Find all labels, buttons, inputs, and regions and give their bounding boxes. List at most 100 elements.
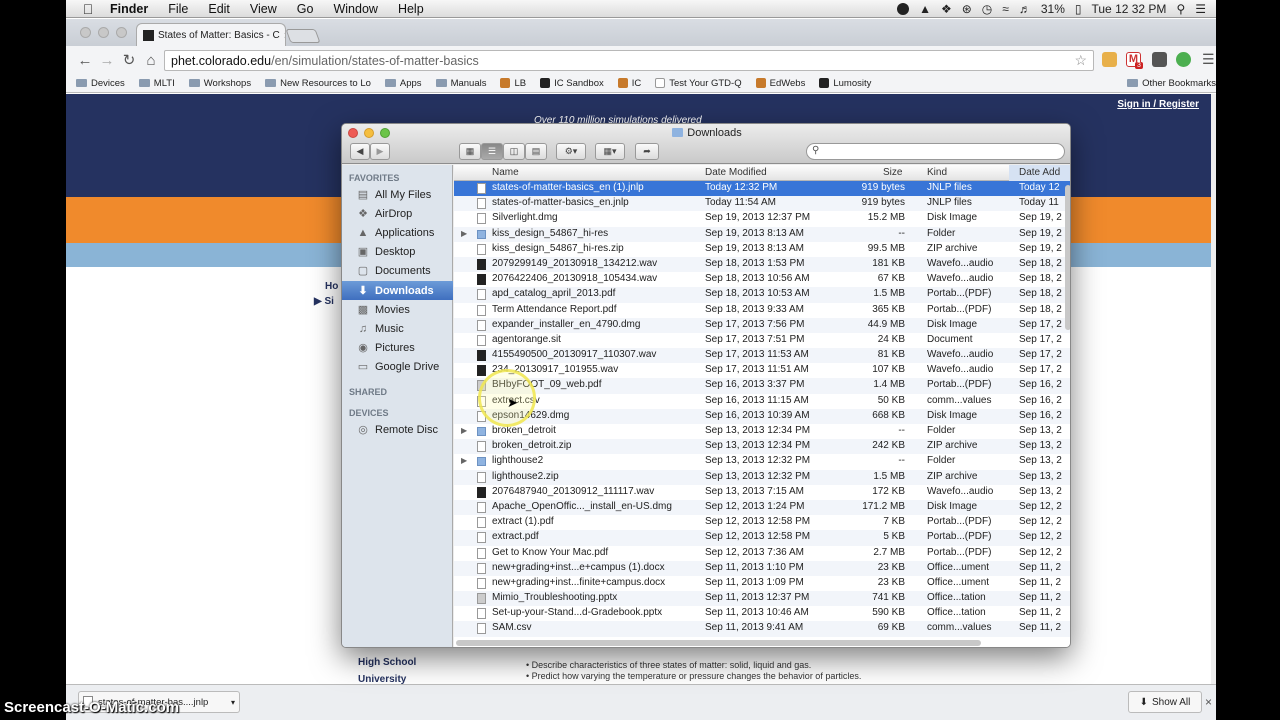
forward-icon[interactable]: → xyxy=(96,52,118,69)
file-row[interactable]: ▶ kiss_design_54867_hi-res Sep 19, 2013 8:… xyxy=(454,226,1070,242)
file-row[interactable]: Apache_OpenOffic..._install_en-US.dmg Sep… xyxy=(454,499,1070,516)
disclosure-triangle-icon[interactable]: ▶ xyxy=(461,426,467,435)
file-row[interactable]: 2076487940_20130912_111117.wav Sep 13, 20… xyxy=(454,485,1070,500)
icon-view-button[interactable]: ▦ xyxy=(459,143,481,160)
column-header-kind[interactable]: Kind xyxy=(927,167,947,178)
volume-icon[interactable]: ♬ xyxy=(1019,2,1031,16)
evernote-icon[interactable] xyxy=(1176,52,1191,67)
back-icon[interactable]: ← xyxy=(74,52,96,69)
bookmark-item[interactable]: IC xyxy=(617,78,641,89)
sidebar-item[interactable]: ▩ Movies xyxy=(342,300,453,319)
bookmark-star-icon[interactable]: ☆ xyxy=(1074,52,1087,69)
bookmark-item[interactable]: IC Sandbox xyxy=(540,78,604,89)
file-row[interactable]: 2079299149_20130918_134212.wav Sep 18, 20… xyxy=(454,256,1070,273)
sidebar-item[interactable]: ⬇ Downloads xyxy=(342,281,453,300)
bookmark-item[interactable]: Apps xyxy=(384,78,422,89)
close-window-button[interactable] xyxy=(80,27,91,38)
dropbox-icon[interactable]: ❖ xyxy=(941,2,952,16)
column-view-button[interactable]: ◫ xyxy=(503,143,525,160)
file-row[interactable]: extract (1).pdf Sep 12, 2013 12:58 PM 7 KB… xyxy=(454,515,1070,530)
menu-go[interactable]: Go xyxy=(287,2,324,16)
back-button[interactable]: ◀ xyxy=(350,143,370,160)
file-row[interactable]: SAM.csv Sep 11, 2013 9:41 AM 69 KB comm...v… xyxy=(454,621,1070,637)
nav-link-sims[interactable]: ▶ Si xyxy=(314,296,334,307)
home-icon[interactable]: ⌂ xyxy=(140,52,162,69)
show-all-downloads-button[interactable]: ⬇ Show All xyxy=(1128,691,1202,713)
list-view-button[interactable]: ☰ xyxy=(481,143,503,160)
zoom-window-button[interactable] xyxy=(116,27,127,38)
file-row[interactable]: lighthouse2.zip Sep 13, 2013 12:32 PM 1.5 … xyxy=(454,469,1070,485)
file-row[interactable]: expander_installer_en_4790.dmg Sep 17, 20… xyxy=(454,317,1070,333)
disclosure-triangle-icon[interactable]: ▶ xyxy=(461,229,467,238)
action-menu-button[interactable]: ⚙▾ xyxy=(556,143,586,160)
sidebar-item[interactable]: ▲ Applications xyxy=(342,223,453,242)
menu-file[interactable]: File xyxy=(158,2,198,16)
file-row[interactable]: Term Attendance Report.pdf Sep 18, 2013 9… xyxy=(454,303,1070,318)
bookmark-item[interactable]: Lumosity xyxy=(819,78,871,89)
file-row[interactable]: extract.pdf Sep 12, 2013 12:58 PM 5 KB Port… xyxy=(454,530,1070,546)
sign-in-link[interactable]: Sign in / Register xyxy=(1117,99,1199,110)
file-row[interactable]: apd_catalog_april_2013.pdf Sep 18, 2013 1… xyxy=(454,287,1070,303)
horizontal-scrollbar[interactable] xyxy=(456,640,981,646)
sidebar-item[interactable]: ◉ Pictures xyxy=(342,339,453,358)
sidebar-item[interactable]: ♫ Music xyxy=(342,319,453,338)
sidebar-item[interactable]: ◎ Remote Disc xyxy=(342,420,453,439)
file-row[interactable]: 4155490500_20130917_110307.wav Sep 17, 20… xyxy=(454,348,1070,364)
apple-menu-icon[interactable]:  xyxy=(76,1,100,17)
arrange-menu-button[interactable]: ▦▾ xyxy=(595,143,625,160)
bookmark-item[interactable]: Manuals xyxy=(435,78,486,89)
close-downloads-bar-icon[interactable]: × xyxy=(1205,695,1212,709)
file-row[interactable]: states-of-matter-basics_en (1).jnlp Today… xyxy=(454,181,1070,197)
file-row[interactable]: extract.csv Sep 16, 2013 11:15 AM 50 KB com… xyxy=(454,394,1070,409)
bookmark-item[interactable]: Test Your GTD-Q xyxy=(655,78,742,89)
file-row[interactable]: BHbyFOOT_09_web.pdf Sep 16, 2013 3:37 PM 1… xyxy=(454,378,1070,394)
column-header-size[interactable]: Size xyxy=(883,167,902,178)
clock[interactable]: Tue 12 32 PM xyxy=(1092,2,1167,16)
file-row[interactable]: 234_20130917_101955.wav Sep 17, 2013 11:5… xyxy=(454,363,1070,378)
forward-button[interactable]: ▶ xyxy=(370,143,390,160)
file-row[interactable]: ▶ broken_detroit Sep 13, 2013 12:34 PM -- Fo… xyxy=(454,424,1070,439)
chevron-down-icon[interactable]: ▾ xyxy=(231,698,235,707)
menu-help[interactable]: Help xyxy=(388,2,434,16)
disclosure-triangle-icon[interactable]: ▶ xyxy=(461,456,467,465)
file-row[interactable]: new+grading+inst...e+campus (1).docx Sep … xyxy=(454,560,1070,576)
spotlight-icon[interactable]: ⚲ xyxy=(1176,2,1185,16)
reload-icon[interactable]: ↻ xyxy=(118,51,140,69)
file-row[interactable]: Mimio_Troubleshooting.pptx Sep 11, 2013 1… xyxy=(454,591,1070,607)
file-row[interactable]: Set-up-your-Stand...d-Gradebook.pptx Sep … xyxy=(454,606,1070,621)
bookmark-item[interactable]: New Resources to Lo xyxy=(265,78,371,89)
menu-window[interactable]: Window xyxy=(323,2,387,16)
column-header-date-modified[interactable]: Date Modified xyxy=(705,167,767,178)
finder-search-field[interactable] xyxy=(806,143,1065,160)
file-row[interactable]: states-of-matter-basics_en.jnlp Today 11:… xyxy=(454,196,1070,212)
bookmark-item[interactable]: Devices xyxy=(76,78,125,89)
cover-flow-button[interactable]: ▤ xyxy=(525,143,547,160)
sidebar-item[interactable]: ❖ AirDrop xyxy=(342,204,453,223)
nav-link-home[interactable]: Ho xyxy=(325,281,338,292)
menu-app-name[interactable]: Finder xyxy=(100,2,158,16)
bluetooth-icon[interactable]: ⊛ xyxy=(962,2,972,16)
battery-percent[interactable]: 31% xyxy=(1041,2,1065,16)
extension-icon[interactable] xyxy=(1102,52,1117,67)
file-row[interactable]: Get to Know Your Mac.pdf Sep 12, 2013 7:3… xyxy=(454,546,1070,561)
column-header-name[interactable]: Name xyxy=(492,167,519,178)
file-row[interactable]: ▶ lighthouse2 Sep 13, 2013 12:32 PM -- Folde… xyxy=(454,454,1070,469)
page-scrollbar[interactable] xyxy=(1211,94,1216,684)
menu-view[interactable]: View xyxy=(240,2,287,16)
sidebar-item[interactable]: ▭ Google Drive xyxy=(342,358,453,377)
file-row[interactable]: Silverlight.dmg Sep 19, 2013 12:37 PM 15.2… xyxy=(454,211,1070,226)
minimize-window-button[interactable] xyxy=(98,27,109,38)
sidebar-item[interactable]: ▢ Documents xyxy=(342,262,453,281)
file-row[interactable]: new+grading+inst...finite+campus.docx Sep… xyxy=(454,576,1070,591)
chrome-menu-icon[interactable]: ☰ xyxy=(1202,51,1215,68)
status-icon[interactable] xyxy=(897,2,910,15)
sidebar-item[interactable]: ▣ Desktop xyxy=(342,243,453,262)
sidebar-item[interactable]: ▤ All My Files xyxy=(342,185,453,204)
file-row[interactable]: kiss_design_54867_hi-res.zip Sep 19, 2013… xyxy=(454,242,1070,257)
share-button[interactable]: ➦ xyxy=(635,143,659,160)
bookmark-item[interactable]: Workshops xyxy=(188,78,251,89)
wifi-icon[interactable]: ≈ xyxy=(1002,2,1009,16)
other-bookmarks[interactable]: Other Bookmarks xyxy=(1127,78,1216,89)
file-row[interactable]: epson14629.dmg Sep 16, 2013 10:39 AM 668 K… xyxy=(454,408,1070,424)
notification-center-icon[interactable]: ☰ xyxy=(1195,2,1206,16)
